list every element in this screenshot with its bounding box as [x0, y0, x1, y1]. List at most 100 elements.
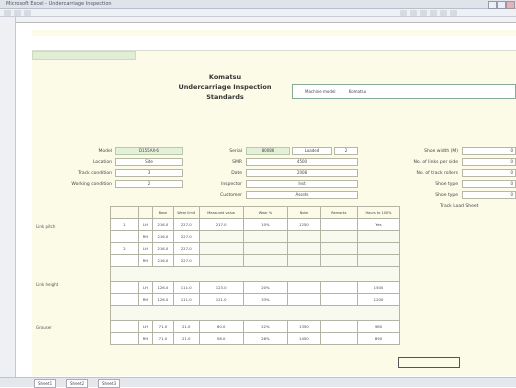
- info-mid-extra2-0[interactable]: 2: [334, 147, 358, 155]
- info-mid-value-0[interactable]: 80086: [246, 147, 290, 155]
- info-mid-value-3[interactable]: Inst: [246, 180, 358, 188]
- table-cell[interactable]: 1500: [356, 281, 401, 294]
- table-cell[interactable]: 58.0: [198, 332, 244, 345]
- table-cell[interactable]: 20%: [242, 281, 289, 294]
- file-icon[interactable]: [4, 10, 11, 16]
- table-cell[interactable]: 21.0: [172, 332, 200, 345]
- table-cell[interactable]: [110, 332, 139, 345]
- table-cell[interactable]: 123.0: [198, 281, 244, 294]
- table-cell[interactable]: [287, 281, 321, 294]
- table-cell[interactable]: [319, 281, 358, 294]
- table-cell[interactable]: [110, 230, 139, 243]
- table-cell[interactable]: 980: [356, 320, 401, 333]
- maximize-icon[interactable]: [497, 1, 506, 9]
- table-cell[interactable]: 71.0: [151, 320, 174, 333]
- table-cell[interactable]: 216.0: [151, 254, 174, 267]
- table-cell[interactable]: 216.0: [151, 230, 174, 243]
- table-cell[interactable]: 2: [110, 242, 139, 255]
- info-right-value-1[interactable]: 0: [462, 158, 516, 166]
- table-cell[interactable]: [110, 293, 139, 306]
- print-icon[interactable]: [24, 10, 31, 16]
- info-right-value-2[interactable]: 0: [462, 169, 516, 177]
- table-cell[interactable]: 1350: [287, 320, 321, 333]
- table-cell[interactable]: 216.0: [151, 218, 174, 231]
- selected-cell[interactable]: [398, 357, 460, 368]
- align-icon[interactable]: [420, 10, 427, 16]
- table-cell[interactable]: RH: [137, 332, 153, 345]
- info-mid-value-2[interactable]: 2008: [246, 169, 358, 177]
- table-cell[interactable]: 121.0: [198, 293, 244, 306]
- border-icon[interactable]: [430, 10, 437, 16]
- table-cell[interactable]: 216.0: [151, 242, 174, 255]
- table-cell[interactable]: [198, 254, 244, 267]
- table-cell[interactable]: 227.0: [172, 218, 200, 231]
- table-cell[interactable]: [356, 242, 401, 255]
- info-mid-extra-0[interactable]: Loaded: [292, 147, 332, 155]
- table-cell[interactable]: 60.0: [198, 320, 244, 333]
- table-cell[interactable]: [319, 218, 358, 231]
- table-cell[interactable]: [242, 230, 289, 243]
- table-cell[interactable]: LH: [137, 218, 153, 231]
- info-right-value-3[interactable]: 0: [462, 180, 516, 188]
- table-cell[interactable]: [242, 242, 289, 255]
- table-cell[interactable]: LH: [137, 320, 153, 333]
- table-cell[interactable]: [319, 242, 358, 255]
- table-cell[interactable]: Yes: [356, 218, 401, 231]
- table-cell[interactable]: 10%: [242, 218, 289, 231]
- info-mid-value-4[interactable]: Assets: [246, 191, 358, 199]
- name-cell[interactable]: [32, 51, 136, 60]
- table-cell[interactable]: 26%: [242, 332, 289, 345]
- table-cell[interactable]: [319, 332, 358, 345]
- info-left-value-1[interactable]: Site: [115, 158, 183, 166]
- close-icon[interactable]: [506, 1, 515, 9]
- table-cell[interactable]: 111.0: [172, 281, 200, 294]
- table-cell[interactable]: LH: [137, 281, 153, 294]
- table-cell[interactable]: 890: [356, 332, 401, 345]
- table-cell[interactable]: [110, 320, 139, 333]
- table-cell[interactable]: RH: [137, 293, 153, 306]
- table-cell[interactable]: [287, 230, 321, 243]
- table-cell[interactable]: 1250: [287, 218, 321, 231]
- table-cell[interactable]: 1200: [356, 293, 401, 306]
- table-cell[interactable]: 227.0: [172, 254, 200, 267]
- table-cell[interactable]: [319, 230, 358, 243]
- table-cell[interactable]: 33%: [242, 293, 289, 306]
- table-cell[interactable]: 71.0: [151, 332, 174, 345]
- table-cell[interactable]: 126.0: [151, 293, 174, 306]
- info-left-value-3[interactable]: 2: [115, 180, 183, 188]
- table-cell[interactable]: RH: [137, 254, 153, 267]
- table-cell[interactable]: [287, 293, 321, 306]
- info-right-value-4[interactable]: 0: [462, 191, 516, 199]
- fill-color-icon[interactable]: [440, 10, 447, 16]
- table-cell[interactable]: 227.0: [172, 230, 200, 243]
- table-cell[interactable]: 1: [110, 218, 139, 231]
- model-field[interactable]: Machine model Komatsu: [292, 84, 516, 99]
- table-cell[interactable]: RH: [137, 230, 153, 243]
- table-cell[interactable]: 1450: [287, 332, 321, 345]
- table-cell[interactable]: [319, 320, 358, 333]
- bold-icon[interactable]: [400, 10, 407, 16]
- table-cell[interactable]: [110, 254, 139, 267]
- row-header[interactable]: [0, 17, 16, 377]
- table-cell[interactable]: 217.0: [198, 218, 244, 231]
- italic-icon[interactable]: [410, 10, 417, 16]
- info-left-value-0[interactable]: D155AX-6: [115, 147, 183, 155]
- table-cell[interactable]: [198, 242, 244, 255]
- table-cell[interactable]: [319, 293, 358, 306]
- table-cell[interactable]: [319, 254, 358, 267]
- table-cell[interactable]: 22%: [242, 320, 289, 333]
- save-icon[interactable]: [14, 10, 21, 16]
- table-cell[interactable]: [287, 242, 321, 255]
- column-header[interactable]: [16, 17, 516, 23]
- table-cell[interactable]: 21.0: [172, 320, 200, 333]
- font-color-icon[interactable]: [450, 10, 457, 16]
- table-cell[interactable]: LH: [137, 242, 153, 255]
- table-cell[interactable]: [242, 254, 289, 267]
- info-left-value-2[interactable]: 3: [115, 169, 183, 177]
- minimize-icon[interactable]: [488, 1, 497, 9]
- table-cell[interactable]: 227.0: [172, 242, 200, 255]
- table-cell[interactable]: [356, 230, 401, 243]
- info-mid-value-1[interactable]: 4500: [246, 158, 358, 166]
- table-cell[interactable]: [287, 254, 321, 267]
- table-cell[interactable]: [110, 281, 139, 294]
